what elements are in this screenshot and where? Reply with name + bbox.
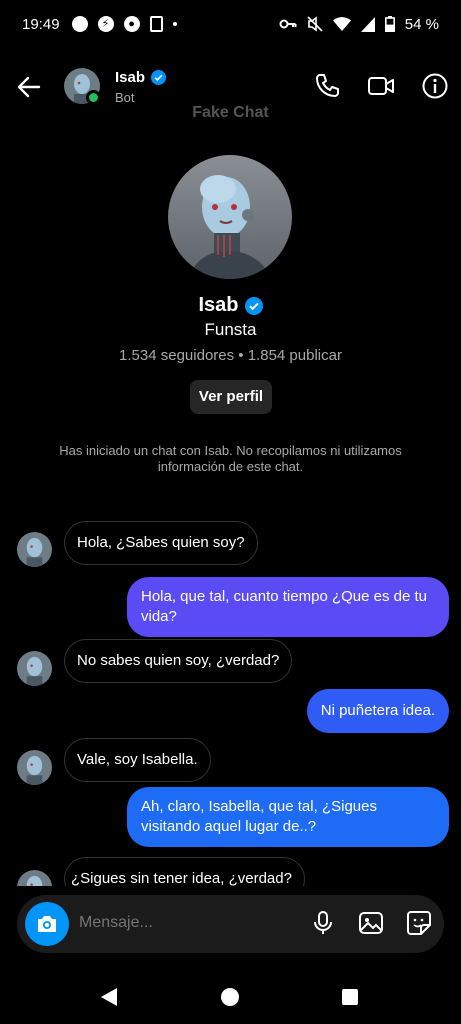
battery-icon <box>384 16 395 32</box>
nav-recents-icon[interactable] <box>342 989 358 1005</box>
message-input[interactable] <box>79 914 259 932</box>
contact-name: Isab <box>115 69 146 86</box>
vpn-icon: ● <box>123 16 140 32</box>
watermark-text: Fake Chat <box>192 104 269 121</box>
contact-subtitle: Bot <box>115 90 135 105</box>
key-icon <box>279 19 297 29</box>
status-time: 19:49 <box>22 15 60 33</box>
message-outgoing[interactable]: Ni puñetera idea. <box>306 689 449 733</box>
battery-percent: 54 % <box>404 15 439 33</box>
view-profile-button[interactable]: Ver perfil <box>190 380 272 414</box>
screenshot-icon <box>149 16 163 32</box>
profile-name: Isab <box>198 294 239 316</box>
signal-icon <box>360 16 375 32</box>
message-list[interactable]: Hola, ¿Sabes quien soy? Hola, que tal, c… <box>0 500 461 886</box>
message-outgoing[interactable]: Hola, que tal, cuanto tiempo ¿Que es de … <box>127 577 449 637</box>
camera-button[interactable] <box>25 902 69 946</box>
app-icon: ⚡ <box>97 16 114 32</box>
system-nav-bar <box>0 975 461 1020</box>
phone-icon[interactable] <box>313 72 341 100</box>
online-status-dot <box>86 90 101 105</box>
message-incoming[interactable]: Vale, soy Isabella. <box>64 738 211 782</box>
back-arrow-icon[interactable] <box>16 74 42 100</box>
message-composer <box>17 895 444 953</box>
message-avatar[interactable] <box>17 870 52 886</box>
chat-notice: Has iniciado un chat con Isab. No recopi… <box>59 443 402 474</box>
nav-home-icon[interactable] <box>221 988 239 1006</box>
message-outgoing[interactable]: Ah, claro, Isabella, que tal, ¿Sigues vi… <box>127 787 449 847</box>
camera-icon <box>38 916 56 932</box>
message-incoming[interactable]: No sabes quien soy, ¿verdad? <box>64 639 293 683</box>
verified-badge-icon <box>244 296 263 315</box>
more-dot-icon <box>172 22 177 26</box>
profile-stats: 1.534 seguidores • 1.854 publicar <box>119 347 342 364</box>
contact-name-row[interactable]: Isab <box>115 69 167 86</box>
sticker-icon[interactable] <box>406 910 432 936</box>
message-avatar[interactable] <box>17 532 52 567</box>
nav-back-icon[interactable] <box>101 988 117 1006</box>
status-bar: 19:49 ⚡ ● 54 % <box>0 0 461 48</box>
video-call-icon[interactable] <box>367 72 395 100</box>
notification-dot-icon <box>71 16 88 32</box>
mute-icon <box>307 16 323 32</box>
message-avatar[interactable] <box>17 651 52 686</box>
info-icon[interactable] <box>421 72 449 100</box>
message-incoming[interactable]: ¿Sigues sin tener idea, ¿verdad? <box>64 857 305 886</box>
gallery-icon[interactable] <box>358 910 384 936</box>
profile-subtitle: Funsta <box>204 320 257 339</box>
message-avatar[interactable] <box>17 750 52 785</box>
microphone-icon[interactable] <box>310 910 336 936</box>
verified-badge-icon <box>151 70 167 85</box>
message-incoming[interactable]: Hola, ¿Sabes quien soy? <box>64 521 258 565</box>
profile-avatar[interactable] <box>168 155 292 279</box>
profile-name-row: Isab <box>0 294 461 317</box>
wifi-icon <box>332 16 351 31</box>
